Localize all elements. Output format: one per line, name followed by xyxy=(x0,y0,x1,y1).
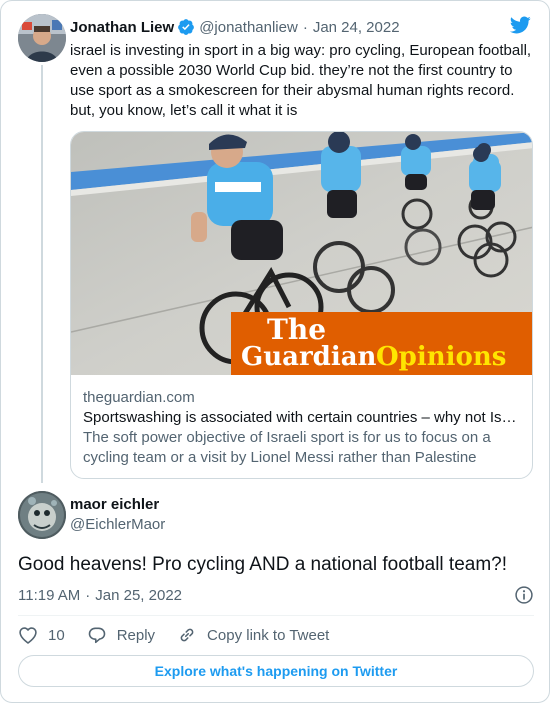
tweet-date[interactable]: Jan 25, 2022 xyxy=(95,587,182,604)
reply-author-handle[interactable]: @EichlerMaor xyxy=(70,516,165,533)
link-icon xyxy=(180,628,194,642)
article-domain: theguardian.com xyxy=(83,389,195,406)
article-meta: theguardian.com Sportswashing is associa… xyxy=(83,388,523,468)
heart-icon xyxy=(19,627,37,644)
guardian-brand-guardian: Guardian xyxy=(241,342,377,372)
reply-label: Reply xyxy=(116,626,156,644)
article-title: Sportswashing is associated with certain… xyxy=(83,409,521,426)
verified-badge-icon xyxy=(177,18,195,36)
tweet-timestamp[interactable]: 11:19 AM · Jan 25, 2022 xyxy=(18,584,534,606)
speech-bubble-icon xyxy=(88,627,105,644)
like-count: 10 xyxy=(48,626,65,644)
parent-tweet-date[interactable]: Jan 24, 2022 xyxy=(313,19,400,36)
parent-tweet-header: Jonathan Liew @jonathanliew · Jan 24, 20… xyxy=(70,16,400,38)
info-icon[interactable] xyxy=(514,585,534,605)
explore-twitter-button[interactable]: Explore what's happening on Twitter xyxy=(18,655,534,687)
article-image: The Guardian Opinions xyxy=(71,132,532,375)
copy-link-label: Copy link to Tweet xyxy=(207,626,330,644)
tweet-time[interactable]: 11:19 AM xyxy=(18,587,80,604)
separator-dot: · xyxy=(85,586,91,604)
article-description: The soft power objective of Israeli spor… xyxy=(83,429,491,466)
like-button[interactable]: 10 xyxy=(18,625,65,645)
thread-connector-line xyxy=(41,65,43,483)
reply-tweet-text: Good heavens! Pro cycling AND a national… xyxy=(18,554,508,575)
reply-button[interactable]: Reply xyxy=(87,625,155,645)
embedded-tweet-card: Jonathan Liew @jonathanliew · Jan 24, 20… xyxy=(0,0,550,703)
reply-author-avatar[interactable] xyxy=(18,491,66,539)
parent-author-handle[interactable]: @jonathanliew xyxy=(199,19,298,36)
tweet-actions: 10 Reply Copy link to Tweet xyxy=(18,623,351,647)
article-link-card[interactable]: The Guardian Opinions theguardian.com Sp… xyxy=(70,131,533,479)
separator-dot: · xyxy=(302,18,308,36)
parent-author-name[interactable]: Jonathan Liew xyxy=(70,19,174,36)
twitter-bird-icon[interactable] xyxy=(508,14,532,36)
copy-link-button[interactable]: Copy link to Tweet xyxy=(177,625,329,645)
reply-author-name[interactable]: maor eichler xyxy=(70,496,159,513)
parent-author-avatar[interactable] xyxy=(18,14,66,62)
divider xyxy=(18,615,534,616)
guardian-brand-opinions: Opinions xyxy=(376,342,506,372)
parent-tweet-text: israel is investing in sport in a big wa… xyxy=(70,42,532,119)
